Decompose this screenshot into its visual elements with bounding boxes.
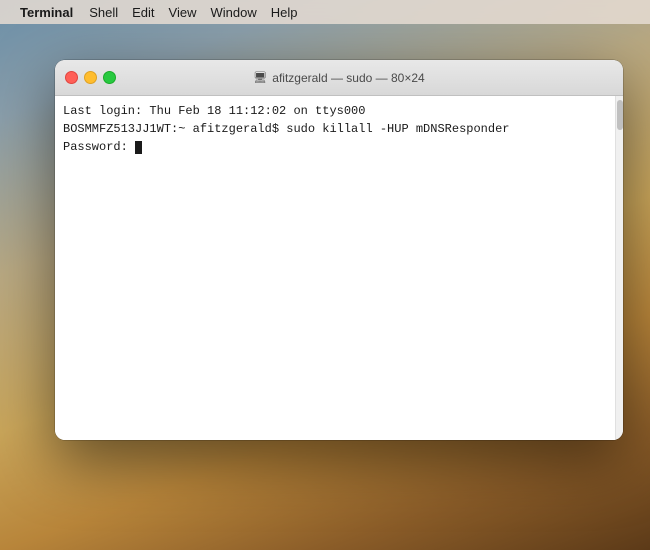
menu-shell[interactable]: Shell — [89, 5, 118, 20]
minimize-button[interactable] — [84, 71, 97, 84]
window-title: 🖥 afitzgerald — sudo — 80×24 — [253, 71, 424, 85]
terminal-body-wrapper: Last login: Thu Feb 18 11:12:02 on ttys0… — [55, 96, 623, 440]
desktop: Terminal Shell Edit View Window Help 🖥 a… — [0, 0, 650, 550]
close-button[interactable] — [65, 71, 78, 84]
line-2: BOSMMFZ513JJ1WT:~ afitzgerald$ sudo kill… — [63, 122, 509, 136]
terminal-output[interactable]: Last login: Thu Feb 18 11:12:02 on ttys0… — [55, 96, 615, 440]
menubar: Terminal Shell Edit View Window Help — [0, 0, 650, 24]
title-text: afitzgerald — sudo — 80×24 — [272, 71, 424, 85]
menu-view[interactable]: View — [169, 5, 197, 20]
terminal-window: 🖥 afitzgerald — sudo — 80×24 Last login:… — [55, 60, 623, 440]
terminal-titlebar: 🖥 afitzgerald — sudo — 80×24 — [55, 60, 623, 96]
line-1: Last login: Thu Feb 18 11:12:02 on ttys0… — [63, 104, 365, 118]
scrollbar[interactable] — [615, 96, 623, 440]
app-name[interactable]: Terminal — [20, 5, 73, 20]
menu-edit[interactable]: Edit — [132, 5, 154, 20]
line-3: Password: — [63, 140, 142, 154]
menu-help[interactable]: Help — [271, 5, 298, 20]
scrollbar-thumb[interactable] — [617, 100, 623, 130]
menu-window[interactable]: Window — [211, 5, 257, 20]
maximize-button[interactable] — [103, 71, 116, 84]
terminal-icon: 🖥 — [253, 71, 267, 84]
cursor — [135, 141, 142, 154]
traffic-lights — [65, 71, 116, 84]
